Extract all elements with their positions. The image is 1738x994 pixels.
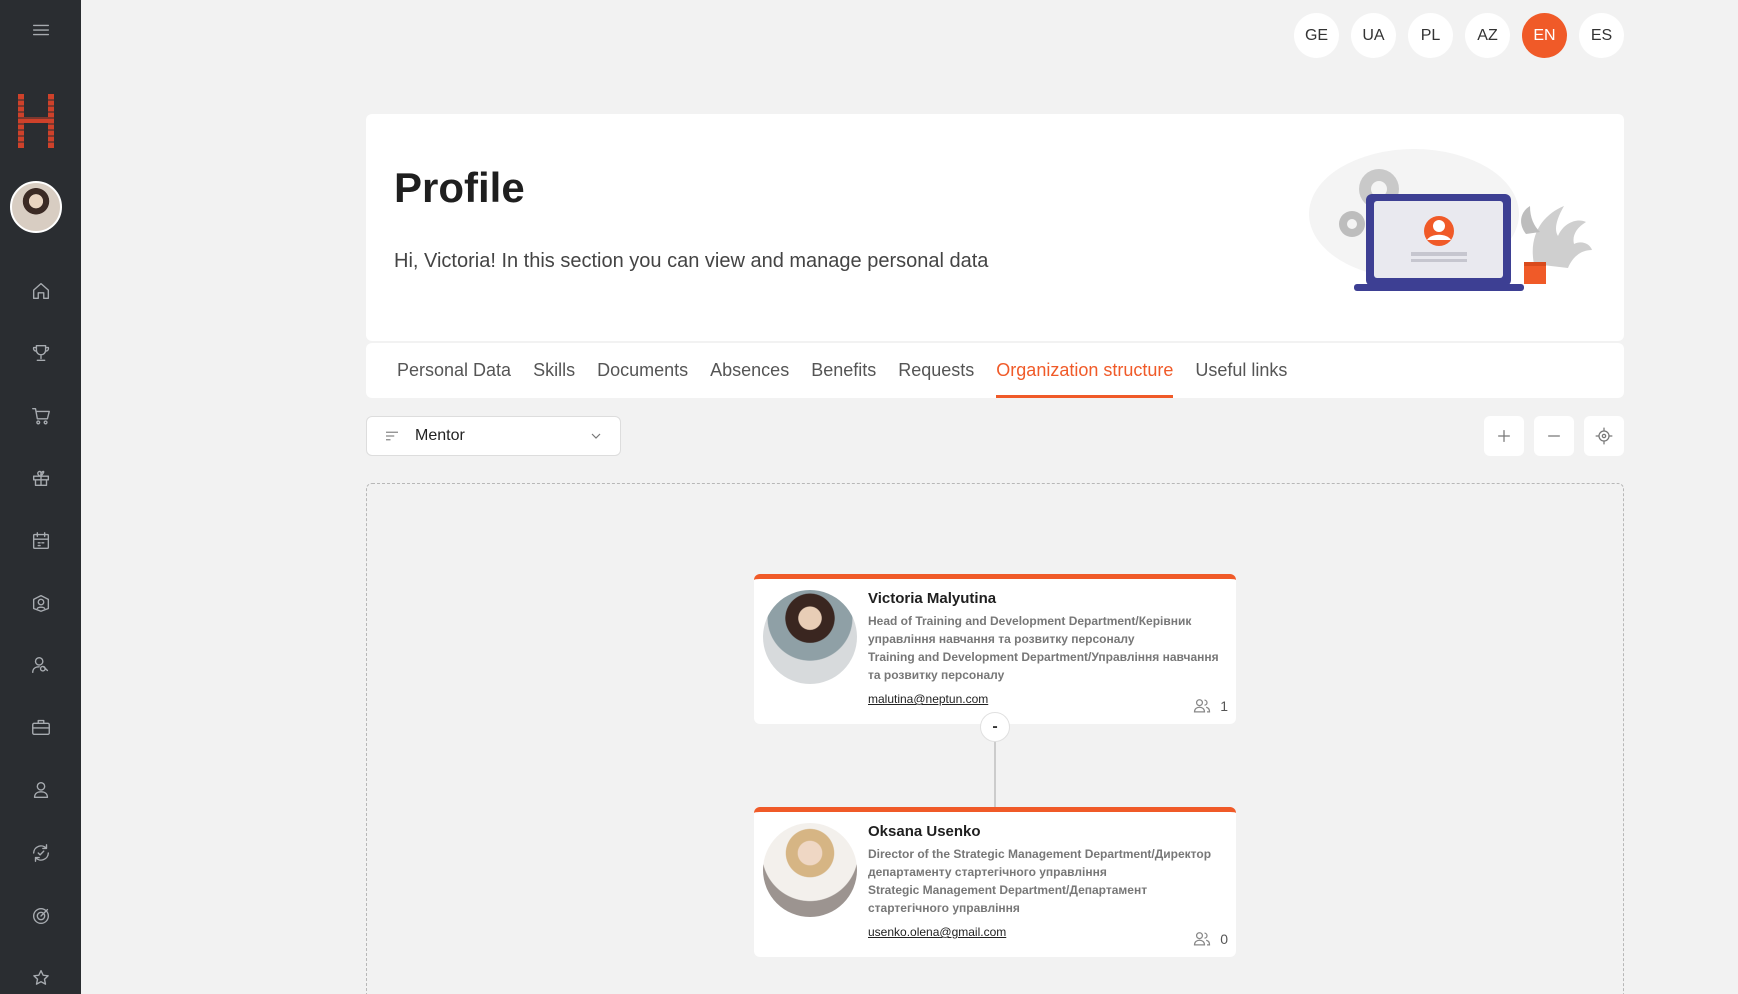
employee-email-link[interactable]: malutina@neptun.com <box>868 692 988 706</box>
profile-illustration <box>1309 149 1592 291</box>
book-icon <box>32 594 49 612</box>
calendar-icon <box>32 532 49 550</box>
employee-name: Oksana Usenko <box>868 823 981 840</box>
employee-email-link[interactable]: usenko.olena@gmail.com <box>868 925 1006 939</box>
sidebar-item-sync[interactable] <box>0 833 81 873</box>
lang-es[interactable]: ES <box>1579 13 1624 58</box>
avatar <box>763 590 857 684</box>
sidebar-item-goals[interactable] <box>0 896 81 936</box>
employee-department: Training and Development Department/Упра… <box>868 650 1219 682</box>
sidebar-item-benefits[interactable] <box>0 458 81 498</box>
subordinates-count-value: 1 <box>1220 698 1228 714</box>
tab-organization-structure[interactable]: Organization structure <box>996 343 1174 398</box>
subordinates-count: 1 <box>1192 696 1228 716</box>
menu-icon <box>32 24 49 36</box>
user-avatar[interactable] <box>10 181 62 233</box>
cart-icon <box>31 407 50 425</box>
lang-ua[interactable]: UA <box>1351 13 1396 58</box>
people-icon <box>1194 932 1211 946</box>
center-view-button[interactable] <box>1584 416 1624 456</box>
avatar <box>763 823 857 917</box>
employee-details: Director of the Strategic Management Dep… <box>868 845 1223 917</box>
tab-absences[interactable]: Absences <box>710 343 789 398</box>
sidebar-item-shop[interactable] <box>0 396 81 436</box>
page-title: Profile <box>394 164 525 211</box>
sidebar-item-calendar[interactable] <box>0 521 81 561</box>
target-icon <box>32 907 49 925</box>
user-icon <box>33 781 48 799</box>
sidebar-item-jobs[interactable] <box>0 707 81 747</box>
sidebar-item-achievements[interactable] <box>0 333 81 373</box>
sidebar-item-home[interactable] <box>0 271 81 311</box>
collapse-node-button[interactable]: - <box>980 712 1010 742</box>
people-icon <box>1194 699 1211 713</box>
gift-icon <box>32 470 49 487</box>
briefcase-icon <box>31 719 50 736</box>
relation-filter-select[interactable]: Mentor <box>366 416 621 456</box>
lang-en[interactable]: EN <box>1522 13 1567 58</box>
zoom-in-button[interactable] <box>1484 416 1524 456</box>
chevron-down-icon <box>591 433 601 439</box>
sidebar-item-profile[interactable] <box>0 770 81 810</box>
sidebar <box>0 0 81 994</box>
star-icon <box>32 969 49 985</box>
sidebar-item-learning[interactable] <box>0 583 81 623</box>
menu-button[interactable] <box>0 10 81 50</box>
language-switcher: GE UA PL AZ EN ES <box>1294 13 1624 58</box>
subordinates-count-value: 0 <box>1220 931 1228 947</box>
profile-tabs: Personal Data Skills Documents Absences … <box>366 343 1624 398</box>
plus-icon <box>1498 430 1510 442</box>
subordinates-count: 0 <box>1192 929 1228 949</box>
tab-benefits[interactable]: Benefits <box>811 343 876 398</box>
lang-az[interactable]: AZ <box>1465 13 1510 58</box>
employee-details: Head of Training and Development Departm… <box>868 612 1223 684</box>
refresh-icon <box>32 844 49 862</box>
profile-header: Profile Hi, Victoria! In this section yo… <box>366 114 1624 341</box>
crosshair-icon <box>1595 427 1613 445</box>
filter-value: Mentor <box>415 427 465 444</box>
logo <box>16 94 56 148</box>
tab-requests[interactable]: Requests <box>898 343 974 398</box>
people-search-icon <box>31 656 48 674</box>
employee-name: Victoria Malyutina <box>868 590 997 607</box>
minus-icon <box>1548 435 1560 437</box>
page-subtitle: Hi, Victoria! In this section you can vi… <box>394 250 989 272</box>
org-card[interactable]: Victoria Malyutina Head of Training and … <box>754 574 1236 724</box>
employee-position: Head of Training and Development Departm… <box>868 614 1192 646</box>
home-icon <box>32 282 49 300</box>
sort-icon <box>386 431 398 441</box>
lang-ge[interactable]: GE <box>1294 13 1339 58</box>
sidebar-item-recruiting[interactable] <box>0 645 81 685</box>
org-card[interactable]: Oksana Usenko Director of the Strategic … <box>754 807 1236 957</box>
zoom-out-button[interactable] <box>1534 416 1574 456</box>
tab-useful-links[interactable]: Useful links <box>1195 343 1287 398</box>
tab-personal-data[interactable]: Personal Data <box>397 343 511 398</box>
employee-department: Strategic Management Department/Департам… <box>868 883 1148 915</box>
trophy-icon <box>32 344 49 362</box>
tab-skills[interactable]: Skills <box>533 343 575 398</box>
employee-position: Director of the Strategic Management Dep… <box>868 847 1212 879</box>
tab-documents[interactable]: Documents <box>597 343 688 398</box>
lang-pl[interactable]: PL <box>1408 13 1453 58</box>
sidebar-item-rating[interactable] <box>0 958 81 994</box>
